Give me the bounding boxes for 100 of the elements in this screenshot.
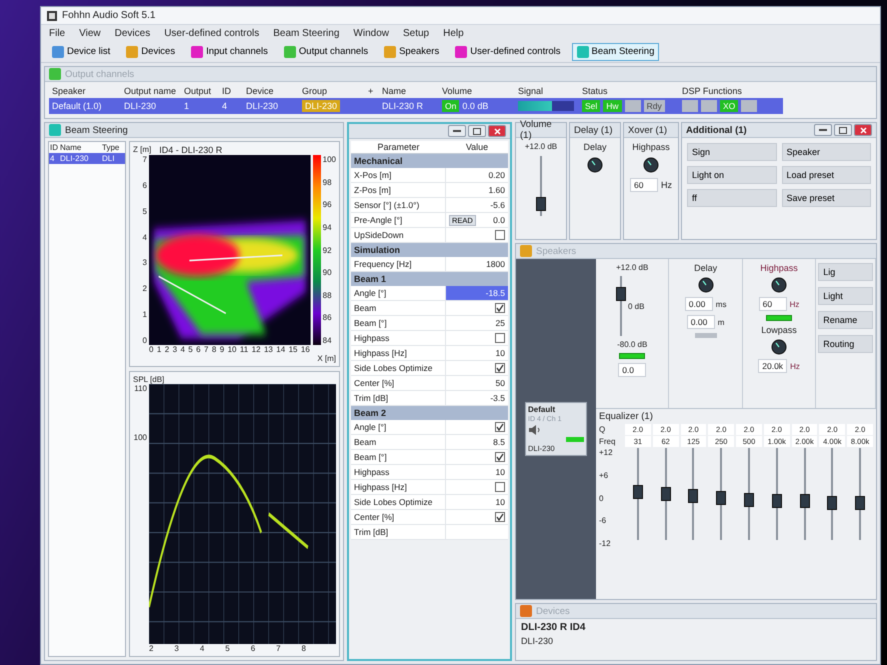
value-cell[interactable]: 8.5 — [446, 435, 508, 450]
menu-item[interactable]: View — [79, 28, 101, 38]
knob-icon[interactable] — [587, 157, 603, 173]
action-button[interactable]: Routing — [818, 335, 873, 353]
checkbox[interactable] — [495, 452, 505, 462]
toolbar-button[interactable]: Device list — [47, 42, 116, 60]
knob-icon[interactable] — [771, 339, 788, 355]
minimize-button[interactable] — [448, 125, 466, 137]
value-cell[interactable] — [446, 361, 508, 376]
eq-fader-thumb[interactable] — [688, 488, 698, 503]
action-button[interactable]: Rename — [818, 311, 873, 329]
axis-tick: 11 — [240, 345, 248, 354]
eq-fader-thumb[interactable] — [744, 492, 754, 507]
value-cell[interactable]: -18.5 — [446, 286, 508, 301]
eq-fader-thumb[interactable] — [855, 496, 866, 510]
checkbox[interactable] — [495, 333, 505, 343]
scale-tick: 100 — [322, 155, 336, 164]
value-text: 1.60 — [488, 185, 505, 195]
action-button[interactable]: Lig — [818, 263, 873, 281]
toolbar-button[interactable]: Output channels — [278, 42, 374, 60]
frequency-field[interactable]: 60 — [630, 178, 658, 192]
action-button[interactable]: ff — [687, 189, 776, 207]
value-cell[interactable] — [446, 480, 508, 495]
eq-fader-thumb[interactable] — [716, 490, 726, 505]
menu-item[interactable]: Help — [443, 28, 464, 38]
close-button[interactable] — [488, 125, 506, 137]
value-text: 50 — [496, 378, 505, 388]
knob-icon[interactable] — [643, 157, 659, 173]
checkbox[interactable] — [495, 422, 505, 432]
eq-fader-thumb[interactable] — [800, 494, 810, 508]
toolbar-button[interactable]: Devices — [121, 42, 180, 60]
fader-thumb[interactable] — [536, 197, 546, 211]
column-header: Device — [245, 85, 275, 98]
scale-tick: -6 — [599, 516, 608, 526]
knob-icon[interactable] — [698, 277, 714, 293]
checkbox[interactable] — [495, 303, 505, 313]
value-cell[interactable]: 50 — [446, 376, 508, 391]
value-cell[interactable]: -5.6 — [446, 198, 508, 213]
value-cell[interactable] — [446, 420, 508, 435]
table-row[interactable]: Default (1.0) DLI-230 1 4 DLI-230 DLI-230 DLI-230 R On 0.0 dB Sel Hw Rdy XO — [49, 98, 783, 114]
action-button[interactable]: Load preset — [782, 166, 871, 184]
value-cell[interactable]: 1.60 — [446, 183, 508, 198]
checkbox[interactable] — [495, 482, 505, 492]
group-badge: DLI-230 — [302, 100, 340, 112]
toolbar-button[interactable]: User-defined controls — [450, 42, 566, 60]
frequency-field[interactable]: 60 — [758, 297, 787, 311]
action-button[interactable]: Light on — [687, 166, 776, 184]
action-button[interactable]: Speaker — [782, 143, 871, 161]
menu-item[interactable]: Devices — [114, 28, 150, 38]
frequency-field[interactable]: 20.0k — [758, 359, 788, 373]
delay-field[interactable]: 0.00 — [684, 297, 713, 311]
value-cell[interactable]: 10 — [446, 465, 508, 480]
toolbar-button[interactable]: Beam Steering — [572, 42, 660, 60]
value-cell[interactable] — [446, 510, 508, 525]
toolbar-button[interactable]: Speakers — [379, 42, 444, 60]
volume-field[interactable]: 0.0 — [618, 363, 646, 377]
action-button[interactable]: Sign — [687, 143, 776, 161]
value-cell[interactable] — [446, 450, 508, 465]
eq-fader-thumb[interactable] — [660, 487, 671, 501]
value-cell[interactable]: 25 — [446, 316, 508, 331]
scale-tick: 86 — [322, 313, 333, 322]
app-icon — [47, 10, 57, 20]
value-text: 1800 — [486, 259, 505, 269]
menu-item[interactable]: Beam Steering — [273, 28, 340, 38]
maximize-button[interactable] — [834, 124, 852, 136]
menu-item[interactable]: File — [49, 28, 66, 38]
minimize-button[interactable] — [814, 124, 832, 136]
menu-item[interactable]: Window — [353, 28, 389, 38]
eq-fader-thumb[interactable] — [632, 485, 643, 500]
maximize-button[interactable] — [468, 125, 486, 137]
parameter-label: Z-Pos [m] — [351, 183, 446, 198]
close-button[interactable] — [854, 124, 872, 136]
value-text: -18.5 — [486, 288, 505, 298]
eq-fader-thumb[interactable] — [827, 496, 838, 510]
list-row[interactable]: 4 DLI-230 DLI — [49, 153, 125, 164]
panel-title: Beam Steering — [65, 124, 128, 136]
value-cell[interactable]: 10 — [446, 495, 508, 510]
menu-item[interactable]: User-defined controls — [164, 28, 260, 38]
level-label: 0 dB — [628, 302, 644, 310]
fader-thumb[interactable] — [616, 287, 626, 301]
toolbar-button[interactable]: Input channels — [186, 42, 273, 60]
action-button[interactable]: Save preset — [782, 189, 871, 207]
axis-tick: 9 — [220, 345, 224, 354]
checkbox[interactable] — [495, 363, 505, 373]
delay-field[interactable]: 0.00 — [686, 315, 715, 329]
value-cell[interactable]: 0.20 — [446, 168, 508, 183]
value-cell[interactable] — [446, 331, 508, 346]
value-text: -3.5 — [490, 393, 505, 403]
table-cell-text: DLI-230 — [123, 100, 158, 113]
value-cell[interactable] — [446, 301, 508, 316]
checkbox[interactable] — [495, 512, 505, 522]
eq-fader-thumb[interactable] — [772, 494, 782, 508]
action-button[interactable]: Light — [818, 287, 873, 305]
menu-item[interactable]: Setup — [402, 28, 430, 38]
knob-icon[interactable] — [771, 277, 788, 293]
value-cell[interactable]: 10 — [446, 346, 508, 361]
beam-line — [158, 276, 226, 314]
checkbox[interactable] — [495, 230, 505, 240]
parameter-label: Beam — [351, 301, 446, 316]
level-label: +12.0 dB — [616, 263, 648, 272]
